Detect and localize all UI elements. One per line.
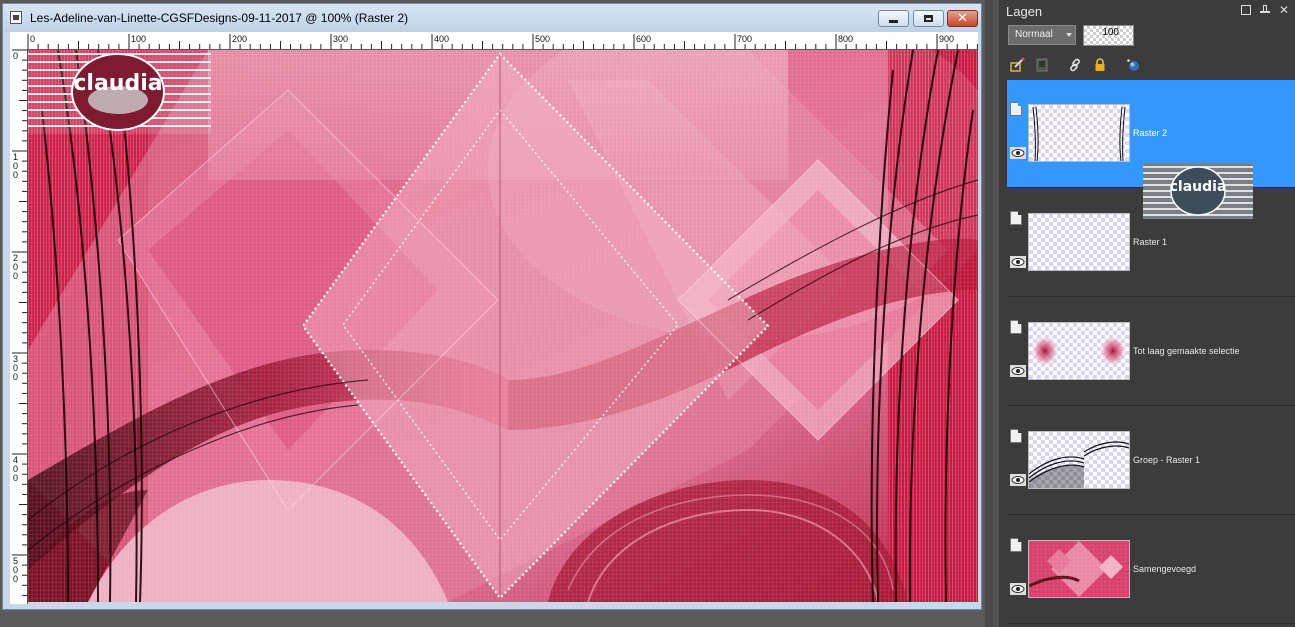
vertical-ruler[interactable]: 0100200300400500 bbox=[10, 49, 28, 604]
maximize-icon bbox=[924, 15, 933, 22]
ruler-label: 0 bbox=[13, 473, 18, 483]
layer-thumbnail bbox=[1028, 213, 1130, 271]
layers-panel-title: Lagen bbox=[1006, 4, 1043, 19]
watermark-text: claudia bbox=[73, 71, 162, 96]
claudia-watermark: claudia bbox=[28, 50, 211, 134]
layer-row[interactable]: Groep - Raster 1 bbox=[1007, 407, 1295, 515]
layer-name: Samengevoegd bbox=[1133, 564, 1197, 574]
drag-ghost-text: claudia bbox=[1170, 179, 1227, 195]
layers-panel-header-icons: ✕ bbox=[1241, 4, 1289, 16]
layer-thumbnail bbox=[1028, 431, 1130, 489]
link-icon[interactable] bbox=[1067, 57, 1083, 73]
close-icon[interactable]: ✕ bbox=[1279, 4, 1289, 16]
image-canvas[interactable]: claudia bbox=[28, 50, 978, 602]
visibility-eye-icon[interactable] bbox=[1010, 474, 1026, 486]
ruler-label: 0 bbox=[13, 51, 18, 61]
maximize-button[interactable] bbox=[913, 10, 944, 27]
blend-mode-select[interactable]: Normaal bbox=[1008, 25, 1076, 45]
opacity-field[interactable]: 100 bbox=[1083, 25, 1134, 46]
pin-icon[interactable] bbox=[1260, 5, 1270, 15]
image-window: Les-Adeline-van-Linette-CGSFDesigns-09-1… bbox=[0, 0, 985, 627]
minimize-icon bbox=[889, 20, 898, 23]
ruler-label: 500 bbox=[535, 34, 550, 44]
ruler-label: 800 bbox=[838, 34, 853, 44]
layer-name: Raster 2 bbox=[1133, 128, 1168, 138]
ruler-label: 300 bbox=[333, 34, 348, 44]
layer-type-icon bbox=[1010, 538, 1022, 552]
layers-palette: Lagen ✕ Normaal 100 Raster 2 Raster 1 To… bbox=[993, 0, 1295, 627]
blend-mode-value: Normaal bbox=[1015, 29, 1053, 40]
selection-thumb bbox=[1031, 335, 1127, 367]
layer-name: Tot laag gemaakte selectie bbox=[1133, 346, 1240, 356]
close-button[interactable]: ✕ bbox=[947, 10, 978, 27]
layer-name: Raster 1 bbox=[1133, 237, 1168, 247]
group-raster-thumb bbox=[1029, 441, 1129, 488]
ruler-label: 200 bbox=[232, 34, 247, 44]
layer-properties-icon[interactable] bbox=[1009, 57, 1025, 73]
raster2-thumb bbox=[1032, 106, 1126, 161]
image-window-frame: Les-Adeline-van-Linette-CGSFDesigns-09-1… bbox=[2, 3, 982, 610]
ruler-label: 0 bbox=[13, 574, 18, 584]
horizontal-ruler[interactable]: 0 100 200 300 400 500 600 700 800 900 bbox=[10, 32, 978, 50]
lock-icon[interactable] bbox=[1092, 57, 1108, 73]
blend-ranges-icon[interactable] bbox=[1125, 57, 1141, 73]
ruler-label: 600 bbox=[636, 34, 651, 44]
ruler-label: 0 bbox=[13, 170, 18, 180]
layer-thumbnail bbox=[1028, 322, 1130, 380]
visibility-eye-icon[interactable] bbox=[1010, 583, 1026, 595]
layer-type-icon bbox=[1010, 320, 1022, 334]
dropdown-arrow-icon bbox=[1066, 33, 1072, 37]
minimize-button[interactable] bbox=[878, 10, 909, 27]
restore-icon[interactable] bbox=[1241, 5, 1251, 15]
mask-icon[interactable] bbox=[1034, 57, 1050, 73]
layers-panel: Lagen ✕ Normaal 100 Raster 2 Raster 1 To… bbox=[999, 0, 1295, 627]
horizontal-ruler-ticks: 0 100 200 300 400 500 600 700 800 900 bbox=[27, 34, 978, 49]
ruler-label: 400 bbox=[434, 34, 449, 44]
image-window-title: Les-Adeline-van-Linette-CGSFDesigns-09-1… bbox=[30, 11, 409, 25]
image-window-titlebar[interactable]: Les-Adeline-van-Linette-CGSFDesigns-09-1… bbox=[3, 4, 981, 32]
layer-row[interactable]: Tot laag gemaakte selectie bbox=[1007, 298, 1295, 406]
visibility-eye-icon[interactable] bbox=[1010, 365, 1026, 377]
document-icon bbox=[10, 11, 22, 24]
ruler-label: 0 bbox=[30, 34, 35, 44]
ruler-label: 100 bbox=[131, 34, 146, 44]
visibility-eye-icon[interactable] bbox=[1010, 147, 1026, 159]
ruler-label: 700 bbox=[737, 34, 752, 44]
visibility-eye-icon[interactable] bbox=[1010, 256, 1026, 268]
drag-ghost-watermark: claudia bbox=[1143, 163, 1253, 219]
ruler-label: 0 bbox=[13, 372, 18, 382]
ruler-label: 0 bbox=[13, 271, 18, 281]
layer-type-icon bbox=[1010, 102, 1022, 116]
layer-name: Groep - Raster 1 bbox=[1133, 455, 1201, 465]
layers-toolbar bbox=[1009, 57, 1149, 77]
layer-type-icon bbox=[1010, 211, 1022, 225]
layer-thumbnail bbox=[1028, 540, 1130, 598]
layer-thumbnail bbox=[1028, 104, 1130, 162]
close-icon: ✕ bbox=[957, 11, 968, 26]
layer-row[interactable]: Samengevoegd bbox=[1007, 516, 1295, 624]
merged-thumb bbox=[1029, 541, 1129, 597]
ruler-label: 900 bbox=[939, 34, 954, 44]
layer-type-icon bbox=[1010, 429, 1022, 443]
vertical-ruler-ticks: 0100200300400500 bbox=[12, 49, 27, 596]
